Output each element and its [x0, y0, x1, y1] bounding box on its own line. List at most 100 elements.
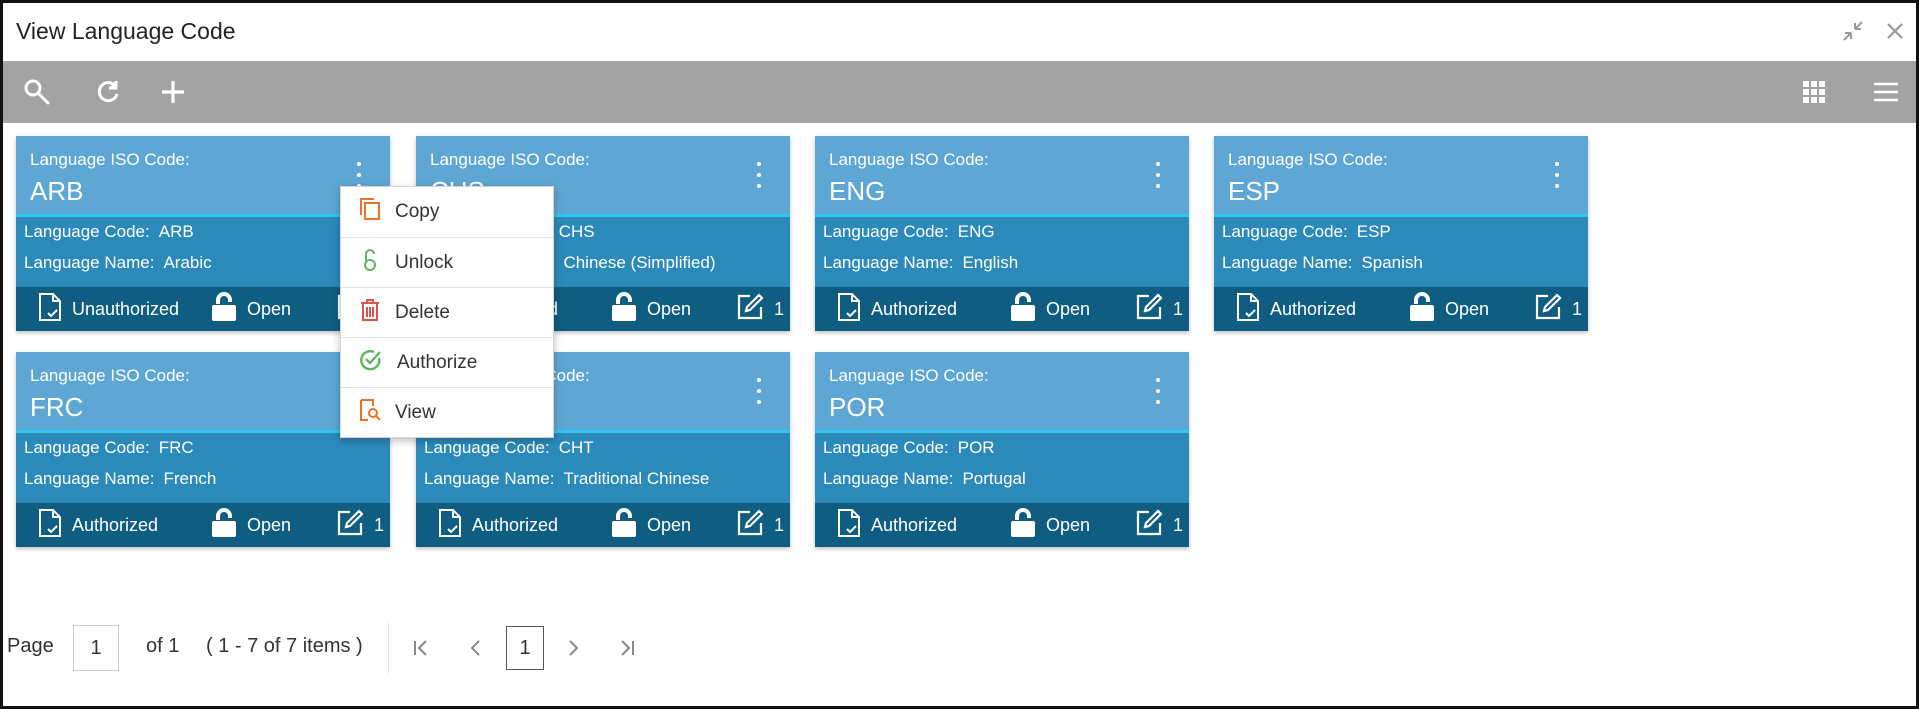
auth-status-text: Authorized [1270, 298, 1357, 319]
more-options-icon[interactable] [754, 162, 764, 188]
authorize-icon [359, 348, 383, 378]
modification-count: 1 [736, 508, 784, 542]
current-page-button[interactable]: 1 [506, 626, 544, 670]
lock-status: Open [1010, 291, 1091, 327]
language-card[interactable]: Language ISO Code: ENG Language Code: ENG… [815, 136, 1189, 331]
language-card[interactable]: Language ISO Code: ARB Language Code: ARB… [16, 136, 390, 331]
lock-status-text: Open [1445, 298, 1490, 319]
mod-count-text: 1 [774, 298, 785, 319]
page-title: View Language Code [16, 17, 236, 44]
language-name-label: Language Name: [24, 469, 155, 488]
unlocked-padlock-icon [211, 291, 237, 327]
card-footer: Authorized Open 1 [1214, 287, 1588, 331]
modification-count: 1 [1135, 508, 1183, 542]
mod-count-text: 1 [1173, 514, 1184, 535]
language-card[interactable]: Language ISO Code: ESP Language Code: ESP… [1214, 136, 1588, 331]
language-code-value: FRC [158, 438, 194, 457]
language-name-label: Language Name: [1222, 253, 1353, 272]
menu-item-delete[interactable]: Delete [341, 287, 553, 337]
page-input[interactable]: 1 [73, 625, 119, 671]
card-body: Language Code: FRC Language Name: French [16, 433, 390, 503]
language-name-value: French [163, 469, 217, 488]
authorization-status: Authorized [837, 508, 957, 542]
card-body: Language Code: ESP Language Name: Spanish [1214, 217, 1588, 287]
copy-icon [359, 197, 381, 227]
language-code-value: POR [957, 438, 995, 457]
menu-item-unlock[interactable]: Unlock [341, 237, 553, 287]
document-check-icon [438, 508, 462, 543]
authorization-status: Authorized [1236, 292, 1356, 326]
mod-count-text: 1 [374, 514, 385, 535]
previous-page-icon[interactable] [463, 635, 489, 661]
auth-status-text: Authorized [472, 514, 559, 535]
language-name-label: Language Name: [24, 253, 155, 272]
language-name-label: Language Name: [823, 253, 954, 272]
more-options-icon[interactable] [1552, 162, 1562, 188]
next-page-icon[interactable] [560, 635, 586, 661]
grid-view-icon[interactable] [1797, 75, 1831, 109]
unlock-icon [359, 248, 381, 278]
language-code-value: CHS [558, 222, 595, 241]
auth-status-text: Unauthorized [72, 298, 180, 319]
language-name-value: Portugal [962, 469, 1026, 488]
auth-status-text: Authorized [72, 514, 159, 535]
language-card[interactable]: Language ISO Code: FRC Language Code: FRC… [16, 352, 390, 547]
more-options-icon[interactable] [754, 378, 764, 404]
card-footer: Unauthorized Open 1 [16, 287, 390, 331]
lock-status: Open [211, 291, 291, 327]
language-name-row: Language Name: English [823, 253, 1018, 275]
mod-count-text: 1 [1173, 298, 1184, 319]
iso-code-value: ESP [1228, 176, 1281, 206]
search-icon[interactable] [20, 75, 54, 109]
language-name-value: Traditional Chinese [563, 469, 710, 488]
unlocked-padlock-icon [1010, 291, 1036, 327]
unlocked-padlock-icon [211, 507, 237, 543]
divider [388, 623, 389, 673]
lock-status: Open [1409, 291, 1490, 326]
item-range: ( 1 - 7 of 7 items ) [206, 635, 363, 657]
iso-code-label: Language ISO Code: [30, 150, 190, 169]
menu-item-view[interactable]: View [341, 387, 553, 437]
edit-icon [736, 508, 764, 542]
card-header: Language ISO Code: FRC [16, 352, 390, 433]
first-page-icon[interactable] [408, 635, 434, 661]
language-code-row: Language Code: CHT [424, 438, 594, 460]
language-name-row: Language Name: French [24, 469, 216, 491]
authorization-status: Authorized [38, 508, 158, 542]
language-code-value: CHT [558, 438, 594, 457]
more-options-icon[interactable] [1153, 162, 1163, 188]
menu-item-authorize[interactable]: Authorize [341, 337, 553, 387]
more-options-icon[interactable] [354, 162, 364, 188]
minimize-icon[interactable] [1840, 18, 1866, 44]
menu-item-label: View [395, 401, 436, 423]
view-icon [359, 398, 381, 428]
iso-code-label: Language ISO Code: [30, 366, 190, 385]
menu-item-copy[interactable]: Copy [341, 187, 553, 237]
auth-status-text: Authorized [871, 298, 958, 319]
language-code-value: ARB [158, 222, 194, 241]
toolbar [3, 61, 1916, 123]
lock-status-text: Open [1046, 298, 1091, 319]
add-icon[interactable] [156, 75, 190, 109]
more-options-icon[interactable] [1153, 378, 1163, 404]
language-card[interactable]: Language ISO Code: POR Language Code: POR… [815, 352, 1189, 547]
authorization-status: Authorized [438, 508, 558, 542]
document-check-icon [837, 292, 861, 327]
language-code-value: ENG [957, 222, 995, 241]
mod-count-text: 1 [774, 514, 785, 535]
language-name-row: Language Name: Portugal [823, 469, 1026, 491]
card-body: Language Code: CHT Language Name: Traditio… [416, 433, 790, 503]
last-page-icon[interactable] [614, 635, 640, 661]
card-footer: Authorized Open 1 [815, 503, 1189, 547]
delete-icon [359, 298, 381, 328]
lock-status: Open [1010, 507, 1091, 542]
lock-status-text: Open [1046, 514, 1091, 535]
close-icon[interactable] [1882, 18, 1908, 44]
language-name-value: Arabic [163, 253, 212, 272]
list-view-icon[interactable] [1869, 75, 1903, 109]
menu-item-label: Unlock [395, 251, 454, 273]
page-input-value: 1 [90, 636, 102, 659]
iso-code-label: Language ISO Code: [1228, 150, 1388, 169]
page-total: of 1 [146, 635, 180, 657]
refresh-icon[interactable] [91, 75, 125, 109]
